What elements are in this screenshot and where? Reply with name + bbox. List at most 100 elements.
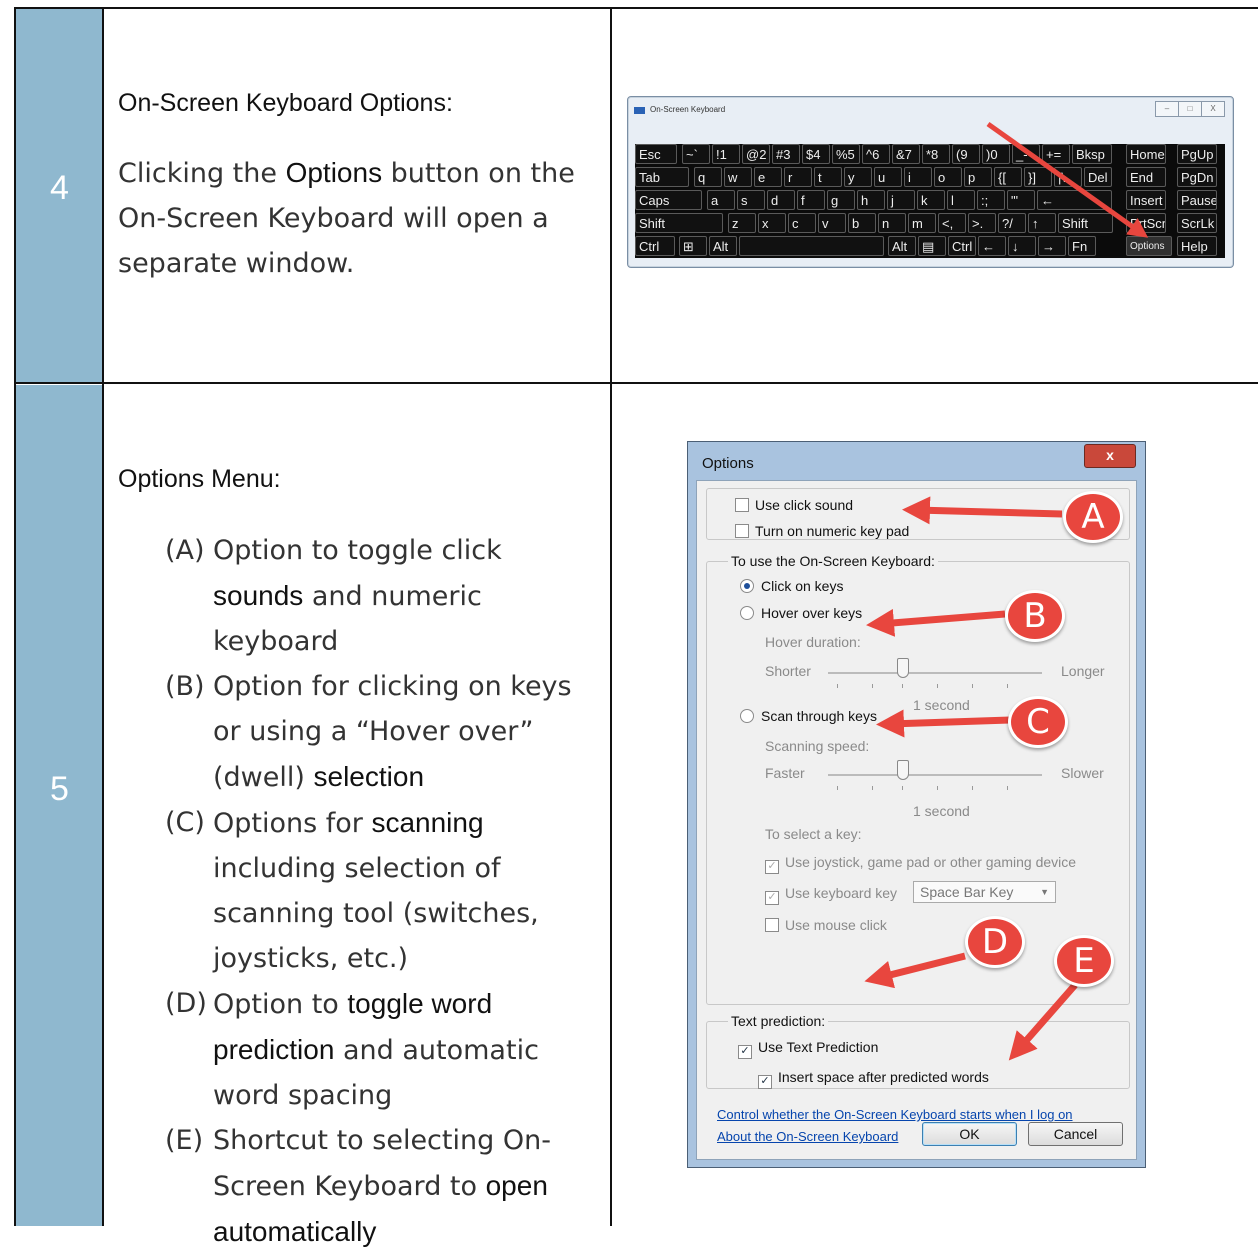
keyboard-key[interactable]: k [917,190,945,210]
keyboard-key[interactable]: Home [1126,144,1166,164]
insert-space-checkbox[interactable]: ✓ Insert space after predicted words [758,1069,989,1089]
keyboard-key[interactable]: ↑ [1028,213,1056,233]
click-on-keys-radio[interactable]: Click on keys [740,578,843,594]
keyboard-key[interactable]: )0 [982,144,1010,164]
keyboard-key[interactable]: _- [1012,144,1040,164]
keyboard-key[interactable]: @2 [742,144,770,164]
keyboard-key[interactable]: |\ [1054,167,1082,187]
keyboard-key[interactable]: Shift [1058,213,1113,233]
keyboard-key[interactable]: Ctrl [635,236,675,256]
keyboard-key[interactable]: Alt [709,236,737,256]
scanning-speed-slider[interactable] [828,774,1042,776]
keyboard-key[interactable]: h [857,190,885,210]
hover-duration-slider[interactable] [828,672,1042,674]
keyboard-key[interactable]: PgDn [1177,167,1217,187]
keyboard-key[interactable]: ⊞ [679,236,707,256]
keyboard-key[interactable]: End [1126,167,1166,187]
scan-slider-thumb[interactable] [897,760,909,780]
keyboard-key[interactable]: #3 [772,144,800,164]
minimize-icon[interactable]: – [1155,101,1179,117]
keyboard-key[interactable]: f [797,190,825,210]
use-click-sound-checkbox[interactable]: Use click sound [735,497,853,513]
keyboard-key[interactable]: $4 [802,144,830,164]
keyboard-key[interactable]: += [1042,144,1070,164]
keyboard-key[interactable]: }] [1024,167,1052,187]
options-key[interactable]: Options [1126,236,1172,256]
numeric-keypad-checkbox[interactable]: Turn on numeric key pad [735,523,909,539]
keyboard-key[interactable]: z [728,213,756,233]
keyboard-key[interactable]: m [908,213,936,233]
keyboard-key[interactable]: ^6 [862,144,890,164]
about-keyboard-link[interactable]: About the On-Screen Keyboard [717,1129,898,1144]
cancel-button[interactable]: Cancel [1028,1122,1123,1146]
keyboard-key[interactable]: p [964,167,992,187]
keyboard-key[interactable]: r [784,167,812,187]
use-mouse-click-checkbox[interactable]: Use mouse click [765,917,887,933]
keyboard-key[interactable]: n [878,213,906,233]
keyboard-key[interactable]: ← [978,236,1006,256]
keyboard-key[interactable]: Fn [1068,236,1096,256]
keyboard-key[interactable]: → [1038,236,1066,256]
keyboard-key[interactable]: Alt [888,236,916,256]
keyboard-key[interactable]: PgUp [1177,144,1217,164]
close-icon[interactable]: X [1201,101,1225,117]
scan-through-keys-radio[interactable]: Scan through keys [740,708,877,724]
hover-over-keys-radio[interactable]: Hover over keys [740,605,862,621]
keyboard-key[interactable]: e [754,167,782,187]
keyboard-key[interactable]: u [874,167,902,187]
use-keyboard-key-checkbox[interactable]: ✓ Use keyboard key [765,885,897,905]
keyboard-key[interactable]: Bksp [1072,144,1112,164]
keyboard-key[interactable]: ?/ [998,213,1026,233]
keyboard-key[interactable]: !1 [712,144,740,164]
keyboard-key[interactable]: ↓ [1008,236,1036,256]
keyboard-key[interactable]: Caps [635,190,702,210]
keyboard-key[interactable]: b [848,213,876,233]
maximize-icon[interactable]: □ [1178,101,1202,117]
dialog-close-button[interactable]: x [1084,444,1136,468]
keyboard-key[interactable]: d [767,190,795,210]
keyboard-key[interactable]: %5 [832,144,860,164]
keyboard-key[interactable]: s [737,190,765,210]
keyboard-key[interactable]: c [788,213,816,233]
keyboard-key[interactable]: Help [1177,236,1217,256]
keyboard-key[interactable]: ~` [682,144,710,164]
keyboard-key[interactable]: Esc [635,144,677,164]
hover-slider-thumb[interactable] [897,658,909,678]
keyboard-key[interactable]: Pause [1177,190,1217,210]
keyboard-key[interactable]: x [758,213,786,233]
startup-control-link[interactable]: Control whether the On-Screen Keyboard s… [717,1107,1073,1122]
keyboard-key[interactable]: l [947,190,975,210]
keyboard-key[interactable]: <, [938,213,966,233]
keyboard-key[interactable]: q [694,167,722,187]
keyboard-key[interactable]: t [814,167,842,187]
keyboard-key[interactable]: (9 [952,144,980,164]
keyboard-key[interactable]: w [724,167,752,187]
keyboard-key[interactable]: v [818,213,846,233]
keyboard-key[interactable]: Shift [635,213,723,233]
keyboard-key[interactable]: ▤ [918,236,946,256]
keyboard-key[interactable]: y [844,167,872,187]
keyboard-key[interactable]: >. [968,213,996,233]
keyboard-key[interactable]: :; [977,190,1005,210]
use-text-prediction-checkbox[interactable]: ✓ Use Text Prediction [738,1039,878,1059]
use-joystick-checkbox[interactable]: ✓ Use joystick, game pad or other gaming … [765,854,1076,874]
keyboard-key[interactable]: PrtScn [1126,213,1166,233]
keyboard-key[interactable]: ← [1037,190,1112,210]
keyboard-key[interactable]: o [934,167,962,187]
keyboard-key[interactable] [739,236,884,256]
keyboard-key[interactable]: Tab [635,167,689,187]
keyboard-key[interactable]: j [887,190,915,210]
keyboard-key[interactable]: a [707,190,735,210]
keyboard-key-dropdown[interactable]: Space Bar Key ▼ [913,881,1056,903]
keyboard-key[interactable]: Insert [1126,190,1166,210]
keyboard-key[interactable]: "' [1007,190,1035,210]
keyboard-key[interactable]: *8 [922,144,950,164]
keyboard-key[interactable]: i [904,167,932,187]
keyboard-key[interactable]: &7 [892,144,920,164]
keyboard-key[interactable]: {[ [994,167,1022,187]
keyboard-key[interactable]: g [827,190,855,210]
ok-button[interactable]: OK [922,1122,1017,1146]
keyboard-key[interactable]: Ctrl [948,236,976,256]
keyboard-key[interactable]: Del [1084,167,1112,187]
keyboard-key[interactable]: ScrLk [1177,213,1217,233]
